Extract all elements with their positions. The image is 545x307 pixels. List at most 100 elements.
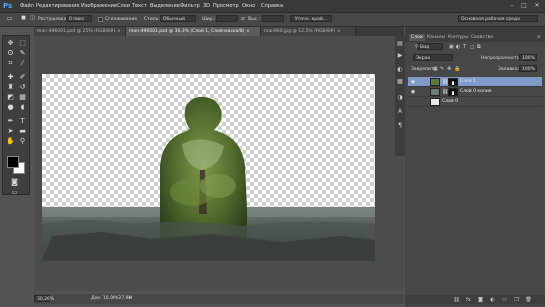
- feather-label: Растушевка:: [38, 17, 68, 22]
- blur-tool-icon[interactable]: ●: [5, 103, 16, 112]
- filter-type-icon[interactable]: T: [463, 44, 466, 50]
- type-tool-icon[interactable]: T: [17, 117, 28, 126]
- menu-window[interactable]: Окно: [242, 3, 255, 9]
- tab-document-3[interactable]: man960.jpg @ 12,5% (RGB/8#) ×: [261, 27, 356, 36]
- tab-paths[interactable]: Контуры: [446, 34, 471, 41]
- menu-layers[interactable]: Слои: [117, 3, 130, 9]
- lock-transparency-icon[interactable]: ▦: [433, 66, 438, 72]
- shape-tool-icon[interactable]: ▬: [17, 127, 28, 136]
- eraser-tool-icon[interactable]: ◩: [5, 93, 16, 102]
- quick-select-icon[interactable]: ✎: [17, 49, 28, 58]
- crop-tool-icon[interactable]: ⌗: [5, 59, 16, 68]
- refine-edge-button[interactable]: Уточн. край...: [290, 15, 332, 22]
- layer-row[interactable]: Слой 0: [408, 97, 542, 107]
- adjustments-panel-icon[interactable]: ◑: [396, 94, 404, 102]
- menu-edit[interactable]: Редактирование: [36, 3, 80, 9]
- new-group-icon[interactable]: ▭: [501, 297, 508, 303]
- fill-input[interactable]: 100%: [519, 65, 537, 72]
- adjustment-layer-icon[interactable]: ◐: [489, 297, 496, 303]
- layer-mask-thumbnail[interactable]: [448, 78, 458, 86]
- lock-position-icon[interactable]: ✥: [447, 66, 451, 72]
- blend-mode-select[interactable]: Экран: [413, 54, 453, 61]
- pen-tool-icon[interactable]: ✒: [5, 117, 16, 126]
- menu-image[interactable]: Изображение: [81, 3, 117, 9]
- style-label: Стиль:: [144, 17, 160, 22]
- filter-shape-icon[interactable]: ◻: [470, 44, 474, 50]
- layer-filter-select[interactable]: Вид: [417, 43, 443, 50]
- link-layers-icon[interactable]: ⛓: [453, 297, 460, 303]
- eyedropper-icon[interactable]: ⁄: [17, 59, 28, 68]
- quick-mask-icon[interactable]: ◙: [9, 178, 20, 187]
- menu-type[interactable]: Текст: [132, 3, 147, 9]
- menu-select[interactable]: Выделение: [150, 3, 180, 9]
- layer-mask-thumbnail[interactable]: [448, 88, 458, 96]
- filter-pixel-icon[interactable]: ▣: [449, 44, 454, 50]
- image-canvas[interactable]: [42, 74, 375, 261]
- swap-icon[interactable]: ⇄: [241, 17, 245, 22]
- filter-adjust-icon[interactable]: ◐: [456, 44, 460, 50]
- status-bar: 30,26% Док: 10,9М/27,9М ▸: [34, 294, 404, 304]
- minimize-button[interactable]: –: [508, 2, 516, 9]
- tab-document-1[interactable]: man-496001.psd @ 25% (RGB/8#) ×: [34, 27, 126, 36]
- add-to-selection-icon[interactable]: ◫: [27, 14, 38, 23]
- panel-menu-icon[interactable]: ≡: [535, 34, 543, 41]
- menu-help[interactable]: Справка: [261, 3, 283, 9]
- menu-filter[interactable]: Фильтр: [180, 3, 200, 9]
- lock-pixels-icon[interactable]: ✎: [440, 66, 444, 72]
- layer-row[interactable]: ◉ ⛓ Слой 1: [408, 77, 542, 87]
- history-brush-icon[interactable]: ↺: [17, 83, 28, 92]
- filter-search-icon[interactable]: ⚲: [415, 44, 419, 50]
- width-input[interactable]: [216, 15, 238, 22]
- status-arrow-icon[interactable]: ▸: [129, 296, 131, 301]
- antialias-checkbox[interactable]: [98, 17, 103, 22]
- delete-layer-icon[interactable]: 🗑: [525, 297, 532, 303]
- lock-all-icon[interactable]: 🔒: [454, 66, 460, 72]
- visibility-eye-icon-off[interactable]: [410, 99, 416, 105]
- menu-view[interactable]: Просмотр: [213, 3, 239, 9]
- tab-layers[interactable]: Слои: [409, 34, 425, 41]
- opacity-input[interactable]: 100%: [519, 54, 537, 61]
- dodge-tool-icon[interactable]: ◖: [17, 103, 28, 112]
- hand-tool-icon[interactable]: ✋: [5, 137, 16, 146]
- visibility-eye-icon[interactable]: ◉: [410, 89, 416, 95]
- healing-brush-icon[interactable]: ✚: [5, 73, 16, 82]
- tab-properties[interactable]: Свойства: [469, 34, 495, 41]
- gradient-tool-icon[interactable]: ▦: [17, 93, 28, 102]
- color-panel-icon[interactable]: ◐: [396, 66, 404, 74]
- move-tool-icon[interactable]: ✥: [5, 39, 16, 48]
- paragraph-panel-icon[interactable]: ¶: [396, 122, 404, 130]
- character-panel-icon[interactable]: A: [396, 108, 404, 116]
- close-button[interactable]: ✕: [533, 2, 541, 9]
- history-panel-icon[interactable]: ▤: [396, 40, 404, 48]
- clone-stamp-icon[interactable]: ♜: [5, 83, 16, 92]
- layer-name[interactable]: Слой 1: [460, 79, 476, 84]
- height-input[interactable]: [262, 15, 284, 22]
- tab-document-2[interactable]: man-496001.psd @ 30,3% (Слой 1, Слой-мас…: [126, 27, 261, 36]
- layer-name[interactable]: Слой 0: [442, 99, 458, 104]
- layer-name[interactable]: Слой 0 копия: [460, 89, 491, 94]
- layer-style-icon[interactable]: fx: [465, 297, 472, 303]
- filter-smart-icon[interactable]: ⧉: [477, 44, 481, 50]
- menu-3d[interactable]: 3D: [203, 3, 210, 9]
- screen-mode-icon[interactable]: ▭: [9, 188, 20, 197]
- new-layer-icon[interactable]: ❐: [513, 297, 520, 303]
- menu-file[interactable]: Файл: [20, 3, 34, 9]
- actions-panel-icon[interactable]: ▶: [396, 52, 404, 60]
- tab-channels[interactable]: Каналы: [425, 34, 447, 41]
- feather-input[interactable]: 0 пикс: [66, 15, 92, 22]
- style-select[interactable]: Обычный: [160, 15, 196, 22]
- foreground-color-swatch-top[interactable]: [7, 156, 19, 168]
- path-select-icon[interactable]: ➤: [5, 127, 16, 136]
- add-mask-icon[interactable]: ◙: [477, 297, 484, 303]
- marquee-tool-icon[interactable]: ⬚: [17, 39, 28, 48]
- maximize-button[interactable]: □: [520, 2, 528, 9]
- swatches-panel-icon[interactable]: ▦: [396, 78, 404, 86]
- zoom-level-field[interactable]: 30,26%: [34, 295, 54, 302]
- lasso-tool-icon[interactable]: ʘ: [5, 49, 16, 58]
- brush-tool-icon[interactable]: ✐: [17, 73, 28, 82]
- marquee-tool-preset-icon[interactable]: ▭: [4, 14, 15, 23]
- workspace-select[interactable]: Основная рабочая среда: [458, 15, 538, 22]
- layer-row[interactable]: ◉ ⛓ Слой 0 копия: [408, 87, 542, 97]
- zoom-tool-icon[interactable]: ⚲: [17, 137, 28, 146]
- visibility-eye-icon[interactable]: ◉: [410, 79, 416, 85]
